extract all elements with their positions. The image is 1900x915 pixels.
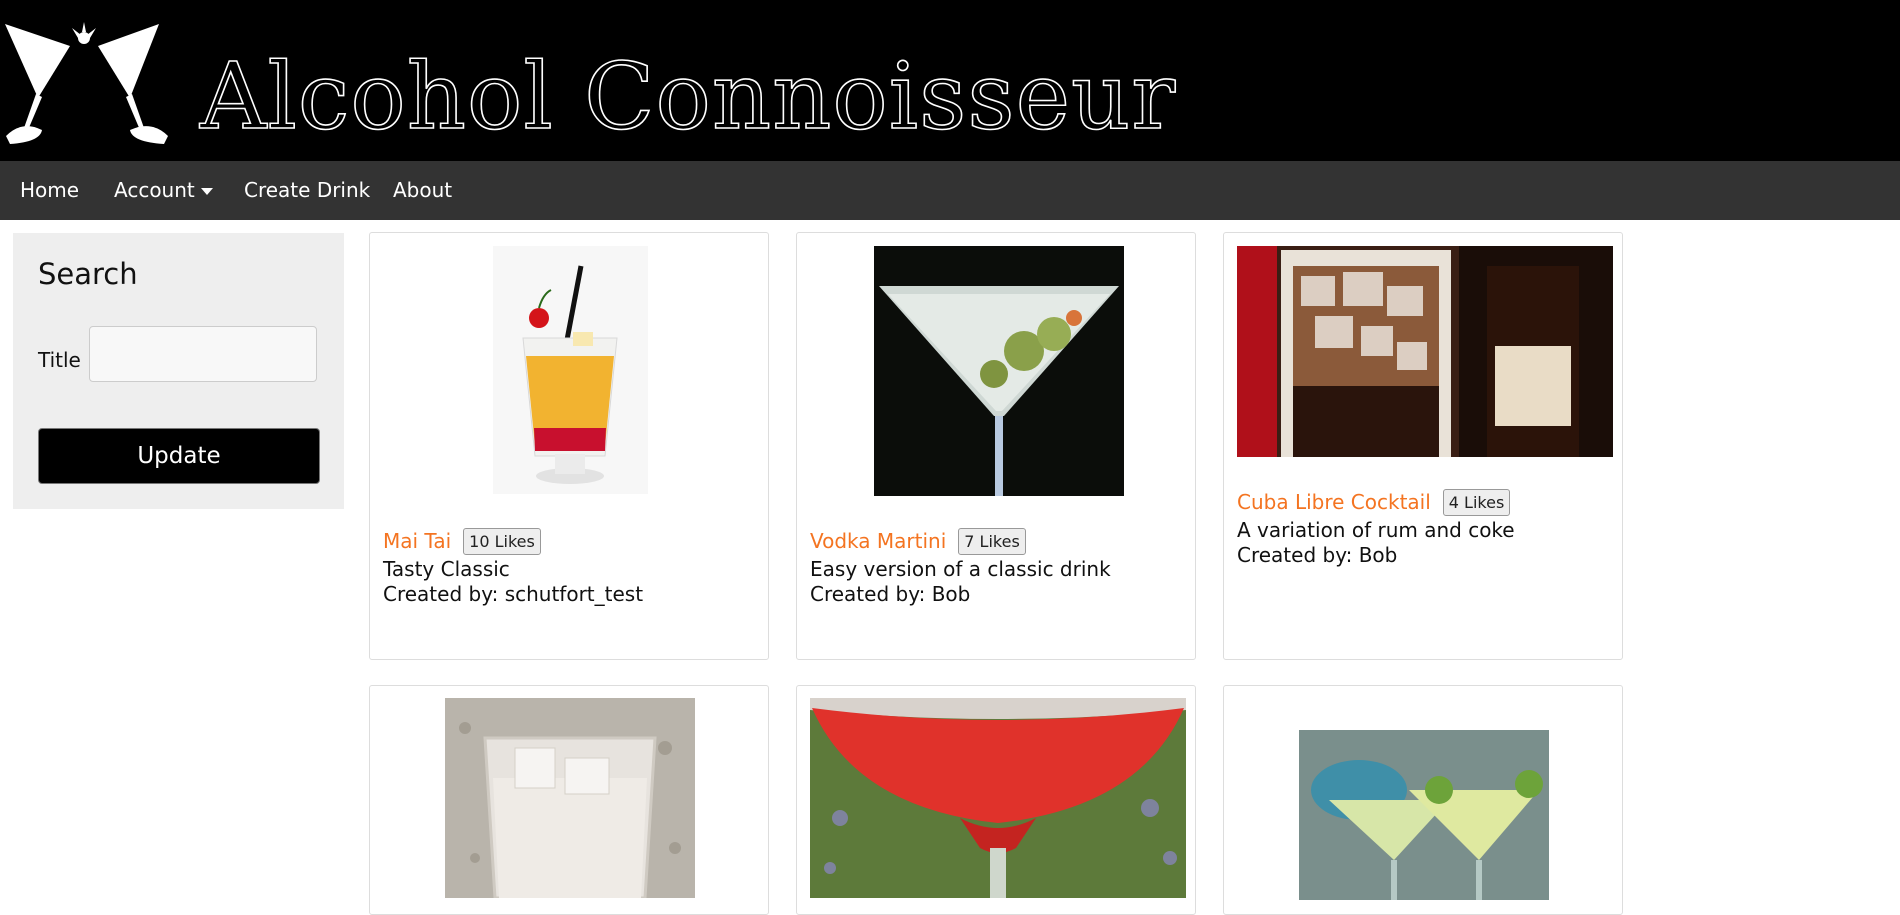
- drink-creator: Created by: Bob: [1237, 543, 1398, 567]
- drink-card: [369, 685, 769, 915]
- nav-create-drink[interactable]: Create Drink: [244, 161, 370, 220]
- drink-meta: Cuba Libre Cocktail 4 Likes A variation …: [1237, 486, 1612, 568]
- site-header: Alcohol Connoisseur: [0, 0, 1900, 161]
- caret-down-icon: [200, 188, 213, 195]
- drink-creator: Created by: schutfort_test: [383, 582, 644, 606]
- title-search-input[interactable]: [89, 326, 317, 382]
- drink-description: Tasty Classic: [383, 557, 510, 581]
- main-navbar: Home Account Create Drink About: [0, 161, 1900, 220]
- title-label: Title: [38, 348, 81, 372]
- drink-creator: Created by: Bob: [810, 582, 971, 606]
- drink-card: [1223, 685, 1623, 915]
- vodka-martini-photo[interactable]: [874, 246, 1124, 496]
- drink-meta: Vodka Martini 7 Likes Easy version of a …: [810, 525, 1185, 607]
- nav-about[interactable]: About: [393, 161, 452, 220]
- strawberry-margarita-photo[interactable]: [810, 698, 1186, 898]
- site-title: Alcohol Connoisseur: [199, 42, 1177, 151]
- mai-tai-photo[interactable]: [493, 246, 648, 494]
- search-heading: Search: [38, 257, 138, 291]
- nav-home[interactable]: Home: [20, 161, 79, 220]
- likes-badge[interactable]: 4 Likes: [1442, 488, 1511, 516]
- white-russian-photo[interactable]: [445, 698, 695, 898]
- search-panel: Search Title Update: [13, 233, 344, 509]
- likes-badge[interactable]: 10 Likes: [463, 527, 541, 555]
- cuba-libre-photo[interactable]: [1237, 246, 1613, 457]
- drink-description: Easy version of a classic drink: [810, 557, 1111, 581]
- drink-title-link[interactable]: Vodka Martini: [810, 529, 946, 553]
- drink-card: Mai Tai 10 Likes Tasty Classic Created b…: [369, 232, 769, 660]
- update-button[interactable]: Update: [38, 428, 320, 484]
- drink-title-link[interactable]: Mai Tai: [383, 529, 451, 553]
- likes-badge[interactable]: 7 Likes: [958, 527, 1026, 555]
- nav-account-label: Account: [114, 178, 195, 202]
- drink-card: [796, 685, 1196, 915]
- drink-title-link[interactable]: Cuba Libre Cocktail: [1237, 490, 1431, 514]
- drink-card: Vodka Martini 7 Likes Easy version of a …: [796, 232, 1196, 660]
- drink-meta: Mai Tai 10 Likes Tasty Classic Created b…: [383, 525, 758, 607]
- lime-margaritas-photo[interactable]: [1299, 730, 1549, 900]
- nav-account-dropdown[interactable]: Account: [114, 161, 213, 220]
- drink-description: A variation of rum and coke: [1237, 518, 1515, 542]
- clinking-glasses-icon: [5, 22, 168, 144]
- drink-card: Cuba Libre Cocktail 4 Likes A variation …: [1223, 232, 1623, 660]
